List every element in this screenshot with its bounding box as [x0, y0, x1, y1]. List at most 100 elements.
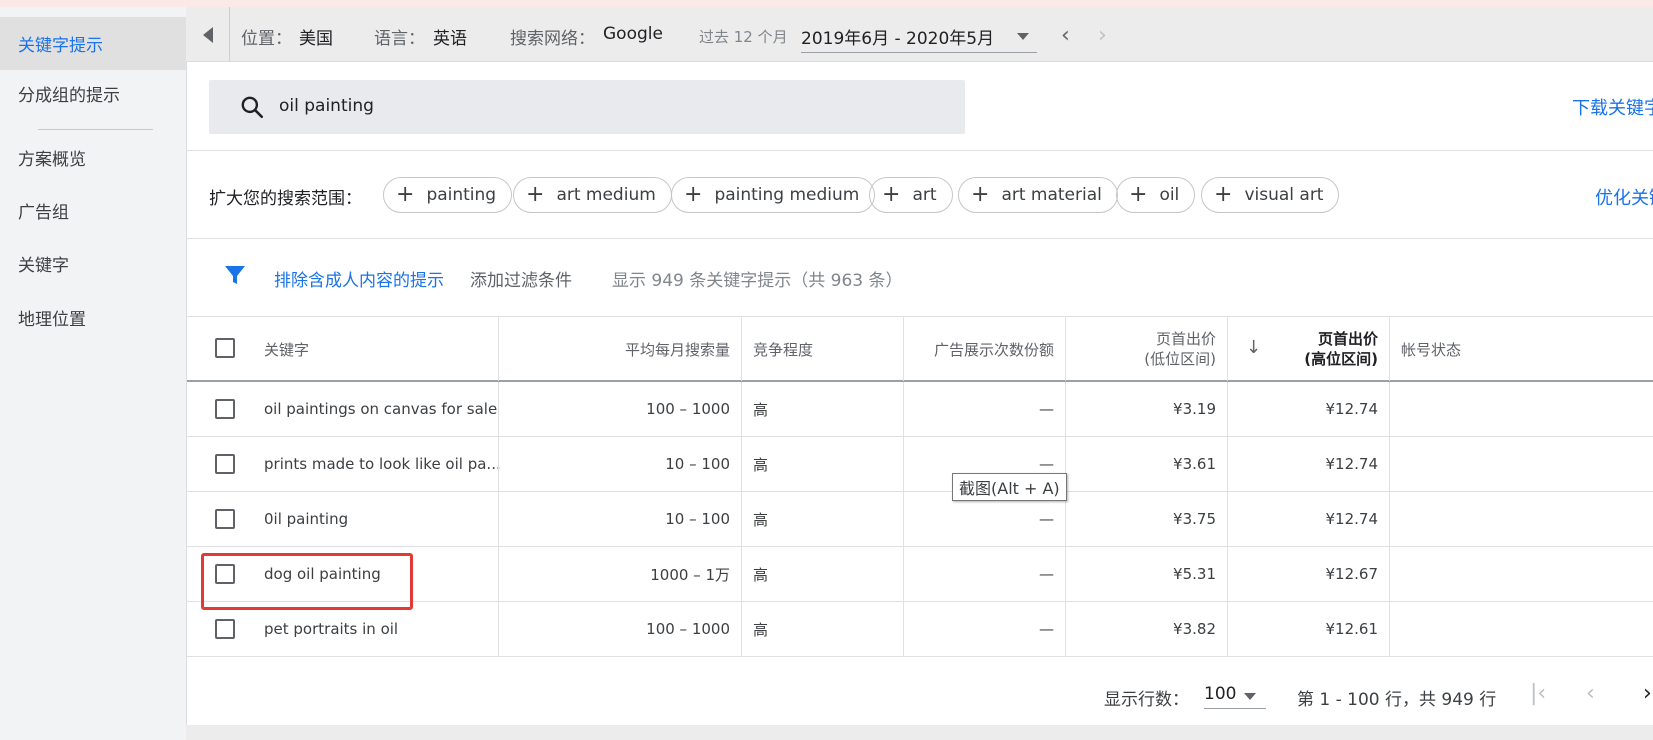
chip-art-medium[interactable]: + art medium [513, 177, 672, 213]
col-competition[interactable]: 竞争程度 [742, 317, 904, 381]
searches-cell: 1000 – 1万 [499, 547, 742, 601]
language-label: 语言： [374, 29, 425, 49]
col-account-status-label: 帐号状态 [1401, 340, 1462, 359]
plus-icon: + [971, 182, 990, 207]
rows-per-page-select[interactable]: 100 [1204, 677, 1266, 709]
col-impression-share-label: 广告展示次数份额 [933, 340, 1054, 359]
rows-per-page-value: 100 [1204, 684, 1237, 704]
col-bid-low-label: 页首出价 [1155, 330, 1216, 348]
collapse-sidebar-button[interactable] [186, 7, 230, 62]
chip-art[interactable]: + art [869, 177, 953, 213]
search-query: oil painting [279, 96, 374, 116]
bid-high-cell: ¥12.61 [1228, 602, 1390, 656]
first-page-icon[interactable]: |‹ [1530, 681, 1546, 706]
dropdown-arrow-icon [1244, 693, 1256, 700]
plus-icon: + [1214, 182, 1233, 207]
bid-high-cell: ¥12.67 [1228, 547, 1390, 601]
col-avg-searches[interactable]: 平均每月搜索量 [499, 317, 742, 381]
chip-label: visual art [1244, 185, 1324, 205]
col-bid-low[interactable]: 页首出价 (低位区间) [1066, 317, 1228, 381]
competition-cell: 高 [742, 547, 904, 601]
chip-label: art [912, 185, 937, 205]
chevron-right-icon[interactable]: › [1098, 23, 1107, 48]
date-range-value: 2019年6月 - 2020年5月 [801, 29, 995, 49]
table-header: 关键字 平均每月搜索量 竞争程度 广告展示次数份额 页首出价 (低位区间) ↓ 页… [187, 316, 1653, 382]
col-competition-label: 竞争程度 [753, 340, 814, 359]
chip-painting[interactable]: + painting [383, 177, 513, 213]
divider [187, 238, 1653, 239]
plus-icon: + [396, 182, 415, 207]
bid-low-cell: ¥3.75 [1066, 492, 1228, 546]
keyword-column [187, 382, 499, 436]
refine-keywords-link[interactable]: 优化关键字 [1595, 184, 1653, 210]
col-keyword[interactable]: 关键字 [187, 317, 499, 381]
table-row[interactable]: pet portraits in oil 100 – 1000 高 — ¥3.8… [187, 602, 1653, 657]
previous-page-icon[interactable]: ‹ [1586, 681, 1595, 706]
chip-label: art medium [556, 185, 656, 205]
col-bid-high-sublabel: (高位区间) [1304, 350, 1378, 368]
add-filter-button[interactable]: 添加过滤条件 [470, 266, 572, 291]
divider [187, 150, 1653, 151]
chip-label: oil [1159, 185, 1180, 205]
sidebar-item-ad-groups[interactable]: 广告组 [0, 184, 186, 237]
competition-cell: 高 [742, 437, 904, 491]
download-keywords-link[interactable]: 下载关键字 [1572, 94, 1653, 120]
network-label: 搜索网络： [510, 29, 595, 49]
chip-oil[interactable]: + oil [1116, 177, 1196, 213]
search-input[interactable]: oil painting [209, 80, 965, 134]
bid-low-cell: ¥5.31 [1066, 547, 1228, 601]
network-value[interactable]: Google [603, 24, 663, 44]
chip-visual-art[interactable]: + visual art [1201, 177, 1340, 213]
location-value[interactable]: 美国 [299, 24, 333, 49]
chip-painting-medium[interactable]: + painting medium [671, 177, 876, 213]
table-row[interactable]: 0il painting 10 – 100 高 — ¥3.75 ¥12.74 [187, 492, 1653, 547]
share-cell: — [904, 382, 1066, 436]
location-label: 位置： [241, 29, 292, 49]
plus-icon: + [1129, 182, 1148, 207]
searches-cell: 10 – 100 [499, 437, 742, 491]
competition-cell: 高 [742, 492, 904, 546]
triangle-left-icon [202, 26, 213, 43]
filter-icon[interactable] [223, 263, 247, 287]
search-icon [241, 96, 264, 119]
chip-label: art material [1001, 185, 1102, 205]
top-strip [0, 0, 1653, 7]
table-row[interactable]: oil paintings on canvas for sale 100 – 1… [187, 382, 1653, 437]
col-account-status[interactable]: 帐号状态 [1390, 317, 1653, 381]
bid-low-cell: ¥3.82 [1066, 602, 1228, 656]
next-page-icon[interactable]: › [1643, 681, 1652, 706]
searches-cell: 100 – 1000 [499, 602, 742, 656]
chevron-left-icon[interactable]: ‹ [1061, 23, 1070, 48]
screenshot-tooltip: 截图(Alt + A) [952, 473, 1067, 501]
sidebar-item-grouped-ideas[interactable]: 分成组的提示 [0, 67, 186, 120]
table-row[interactable]: prints made to look like oil pa... 10 – … [187, 437, 1653, 492]
arrow-down-icon[interactable]: ↓ [1246, 337, 1261, 358]
rows-per-page-label: 显示行数： [1104, 690, 1189, 710]
sidebar-divider [38, 129, 153, 130]
highlight-box [201, 553, 413, 610]
sidebar-item-keywords[interactable]: 关键字 [0, 237, 186, 290]
sidebar-item-keyword-ideas[interactable]: 关键字提示 [0, 17, 186, 70]
date-range-select[interactable]: 2019年6月 - 2020年5月 [801, 21, 1037, 53]
sidebar: 关键字提示 分成组的提示 方案概览 广告组 关键字 地理位置 [0, 7, 186, 740]
chip-label: painting medium [714, 185, 860, 205]
bid-low-cell: ¥3.61 [1066, 437, 1228, 491]
plus-icon: + [882, 182, 901, 207]
col-avg-searches-label: 平均每月搜索量 [624, 340, 730, 359]
bid-high-cell: ¥12.74 [1228, 492, 1390, 546]
chip-art-material[interactable]: + art material [958, 177, 1118, 213]
results-count: 显示 949 条关键字提示（共 963 条） [612, 271, 903, 291]
sidebar-item-locations[interactable]: 地理位置 [0, 291, 186, 344]
col-impression-share[interactable]: 广告展示次数份额 [904, 317, 1066, 381]
exclude-adult-filter-link[interactable]: 排除含成人内容的提示 [274, 266, 444, 291]
bid-high-cell: ¥12.74 [1228, 382, 1390, 436]
keyword-column [187, 602, 499, 656]
language-value[interactable]: 英语 [433, 24, 467, 49]
keyword-column [187, 437, 499, 491]
share-cell: — [904, 547, 1066, 601]
col-bid-high[interactable]: ↓ 页首出价 (高位区间) [1228, 317, 1390, 381]
share-cell: — [904, 602, 1066, 656]
dropdown-arrow-icon [1017, 33, 1029, 40]
sidebar-item-plan-overview[interactable]: 方案概览 [0, 131, 186, 184]
bottom-strip [186, 725, 1653, 740]
